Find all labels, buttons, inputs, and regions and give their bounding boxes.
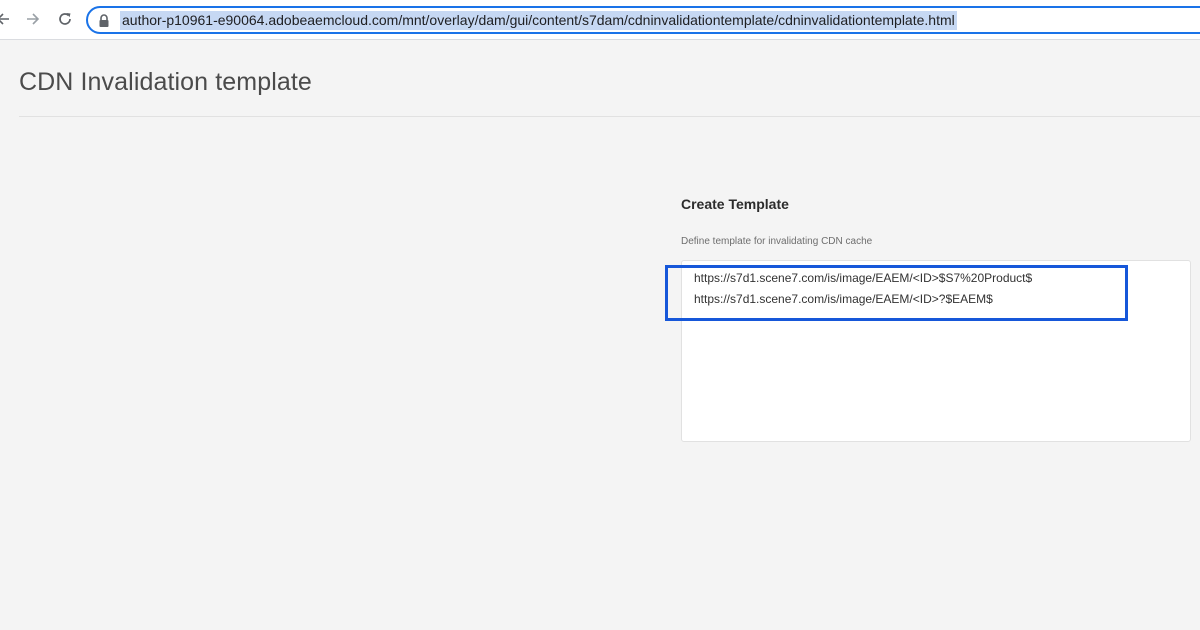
- address-bar[interactable]: author-p10961-e90064.adobeaemcloud.com/m…: [86, 6, 1200, 34]
- url-text[interactable]: author-p10961-e90064.adobeaemcloud.com/m…: [120, 11, 957, 30]
- create-template-heading: Create Template: [681, 196, 789, 212]
- template-field-label: Define template for invalidating CDN cac…: [681, 236, 873, 247]
- back-arrow-icon[interactable]: [0, 6, 16, 32]
- lock-icon[interactable]: [98, 14, 110, 28]
- template-textarea[interactable]: https://s7d1.scene7.com/is/image/EAEM/<I…: [681, 260, 1191, 442]
- reload-icon[interactable]: [52, 6, 78, 32]
- page-title: CDN Invalidation template: [19, 68, 312, 96]
- browser-toolbar: author-p10961-e90064.adobeaemcloud.com/m…: [0, 0, 1200, 40]
- template-line: https://s7d1.scene7.com/is/image/EAEM/<I…: [694, 271, 1033, 285]
- title-divider: [19, 116, 1200, 117]
- template-line: https://s7d1.scene7.com/is/image/EAEM/<I…: [694, 292, 993, 306]
- forward-arrow-icon[interactable]: [20, 6, 46, 32]
